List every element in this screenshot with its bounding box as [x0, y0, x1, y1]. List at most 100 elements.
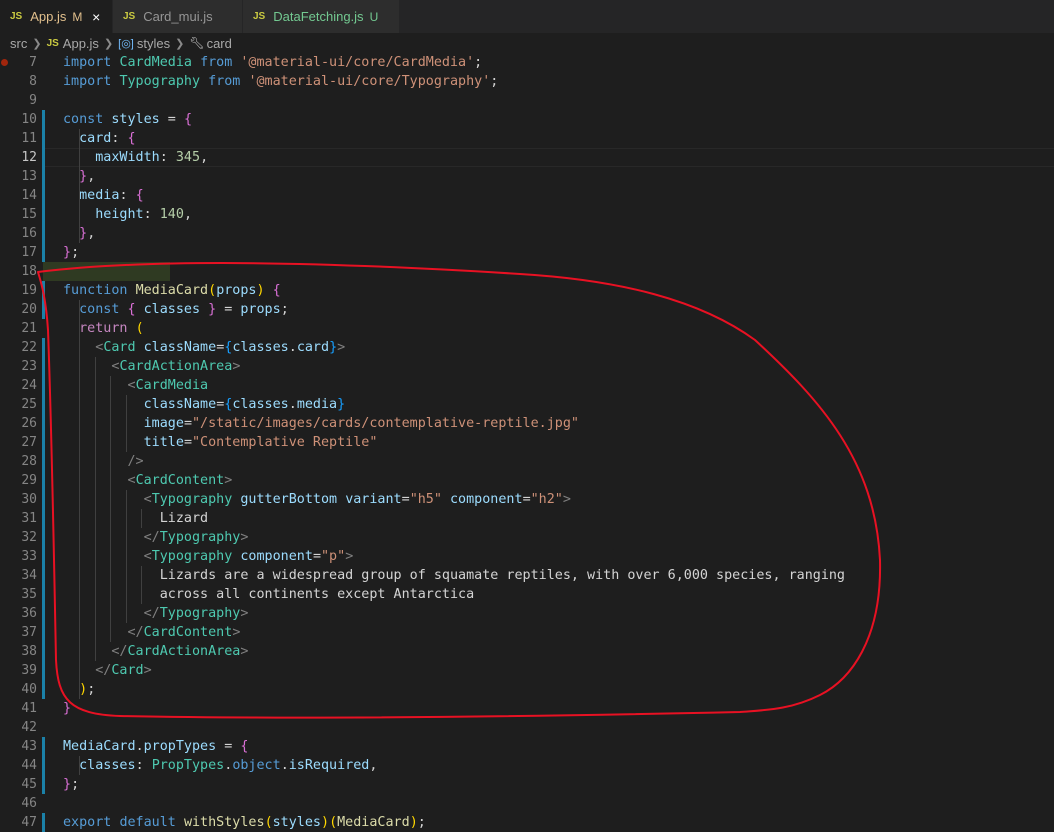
breadcrumb-symbol-card[interactable]: card [207, 36, 232, 51]
indent-guide [110, 376, 111, 642]
code-line[interactable]: 30 <Typography gutterBottom variant="h5"… [0, 490, 1054, 509]
git-change-indicator[interactable] [42, 224, 45, 243]
code-text: <Card className={classes.card}> [95, 340, 346, 355]
code-line[interactable]: 32 </Typography> [0, 528, 1054, 547]
line-number: 9 [29, 93, 37, 108]
code-line[interactable]: 21 return ( [0, 319, 1054, 338]
code-line[interactable]: 43 MediaCard.propTypes = { [0, 737, 1054, 756]
code-line[interactable]: 41} [0, 699, 1054, 718]
git-change-indicator[interactable] [42, 642, 45, 661]
git-change-indicator[interactable] [42, 623, 45, 642]
code-line[interactable]: 25 className={classes.media} [0, 395, 1054, 414]
git-change-indicator[interactable] [42, 604, 45, 623]
code-line[interactable]: 19 function MediaCard(props) { [0, 281, 1054, 300]
git-change-indicator[interactable] [42, 528, 45, 547]
code-line[interactable]: 40 ); [0, 680, 1054, 699]
code-line[interactable]: 13 }, [0, 167, 1054, 186]
tab-card-mui-js[interactable]: JS Card_mui.js [113, 0, 243, 33]
code-text: <Typography component="p"> [143, 549, 354, 564]
code-line[interactable]: 8 import Typography from '@material-ui/co… [0, 72, 1054, 91]
code-line[interactable]: 11 card: { [0, 129, 1054, 148]
line-number: 19 [21, 283, 37, 298]
git-change-indicator[interactable] [42, 414, 45, 433]
line-number: 12 [21, 150, 37, 165]
code-line[interactable]: 14 media: { [0, 186, 1054, 205]
code-line[interactable]: 18 [0, 262, 1054, 281]
git-change-indicator[interactable] [42, 775, 45, 794]
code-line[interactable]: 26 image="/static/images/cards/contempla… [0, 414, 1054, 433]
git-change-indicator[interactable] [42, 661, 45, 680]
code-line[interactable]: 33 <Typography component="p"> [0, 547, 1054, 566]
close-icon[interactable]: × [90, 9, 102, 25]
code-line[interactable]: 35 across all continents except Antarcti… [0, 585, 1054, 604]
git-change-indicator[interactable] [42, 338, 45, 357]
git-change-indicator[interactable] [42, 300, 45, 319]
git-change-indicator[interactable] [42, 205, 45, 224]
git-change-indicator[interactable] [42, 376, 45, 395]
code-line[interactable]: 22 <Card className={classes.card}> [0, 338, 1054, 357]
git-change-indicator[interactable] [42, 509, 45, 528]
git-change-indicator[interactable] [42, 110, 45, 129]
breadcrumb-file[interactable]: App.js [63, 36, 99, 51]
git-change-indicator[interactable] [42, 433, 45, 452]
code-line[interactable]: 27 title="Contemplative Reptile" [0, 433, 1054, 452]
code-line[interactable]: 45}; [0, 775, 1054, 794]
line-number: 15 [21, 207, 37, 222]
git-change-indicator[interactable] [42, 243, 45, 262]
indent-guide [79, 300, 80, 699]
git-change-indicator[interactable] [42, 281, 45, 300]
line-number: 43 [21, 739, 37, 754]
code-line[interactable]: 23 <CardActionArea> [0, 357, 1054, 376]
code-line[interactable]: 16 }, [0, 224, 1054, 243]
git-change-indicator[interactable] [42, 585, 45, 604]
breadcrumb-folder[interactable]: src [10, 36, 27, 51]
git-change-indicator[interactable] [42, 471, 45, 490]
tab-datafetching-js[interactable]: JS DataFetching.js U [243, 0, 400, 33]
code-line[interactable]: 12 maxWidth: 345, [0, 148, 1054, 167]
code-text: card: { [79, 131, 136, 146]
code-line[interactable]: 28 /> [0, 452, 1054, 471]
code-line[interactable]: 39 </Card> [0, 661, 1054, 680]
git-change-indicator[interactable] [42, 813, 45, 832]
code-line[interactable]: 9 [0, 91, 1054, 110]
code-line[interactable]: 38 </CardActionArea> [0, 642, 1054, 661]
code-line[interactable]: 17}; [0, 243, 1054, 262]
git-change-indicator[interactable] [42, 490, 45, 509]
code-line[interactable]: 24 <CardMedia [0, 376, 1054, 395]
tab-app-js[interactable]: JS App.js M × [0, 0, 113, 33]
code-line[interactable]: 42 [0, 718, 1054, 737]
git-change-indicator[interactable] [42, 129, 45, 148]
git-change-indicator[interactable] [42, 566, 45, 585]
indent-guide [79, 129, 80, 243]
git-change-indicator[interactable] [42, 452, 45, 471]
git-change-indicator[interactable] [42, 737, 45, 756]
code-line[interactable]: 37 </CardContent> [0, 623, 1054, 642]
code-text: classes: PropTypes.object.isRequired, [79, 758, 378, 773]
git-change-indicator[interactable] [42, 186, 45, 205]
code-line[interactable]: 47 export default withStyles(styles)(Medi… [0, 813, 1054, 832]
code-line[interactable]: 15 height: 140, [0, 205, 1054, 224]
code-line[interactable]: 46 [0, 794, 1054, 813]
code-line[interactable]: 44 classes: PropTypes.object.isRequired, [0, 756, 1054, 775]
code-line[interactable]: 31 Lizard [0, 509, 1054, 528]
git-change-indicator[interactable] [42, 148, 45, 167]
indent-guide [141, 509, 142, 528]
code-line[interactable]: 7 import CardMedia from '@material-ui/cor… [0, 53, 1054, 72]
breadcrumb-symbol-styles[interactable]: styles [137, 36, 170, 51]
git-change-indicator[interactable] [42, 680, 45, 699]
git-change-indicator[interactable] [42, 357, 45, 376]
code-text: </Card> [95, 663, 152, 678]
git-change-indicator[interactable] [42, 167, 45, 186]
code-line[interactable]: 10 const styles = { [0, 110, 1054, 129]
code-line[interactable]: 29 <CardContent> [0, 471, 1054, 490]
code-line[interactable]: 20 const { classes } = props; [0, 300, 1054, 319]
code-line[interactable]: 34 Lizards are a widespread group of squ… [0, 566, 1054, 585]
code-text: maxWidth: 345, [95, 150, 209, 165]
code-editor[interactable]: 7 import CardMedia from '@material-ui/cor… [0, 53, 1054, 832]
code-line[interactable]: 36 </Typography> [0, 604, 1054, 623]
git-change-indicator[interactable] [42, 547, 45, 566]
line-number: 24 [21, 378, 37, 393]
git-change-indicator[interactable] [42, 395, 45, 414]
code-text: height: 140, [95, 207, 192, 222]
git-change-indicator[interactable] [42, 756, 45, 775]
